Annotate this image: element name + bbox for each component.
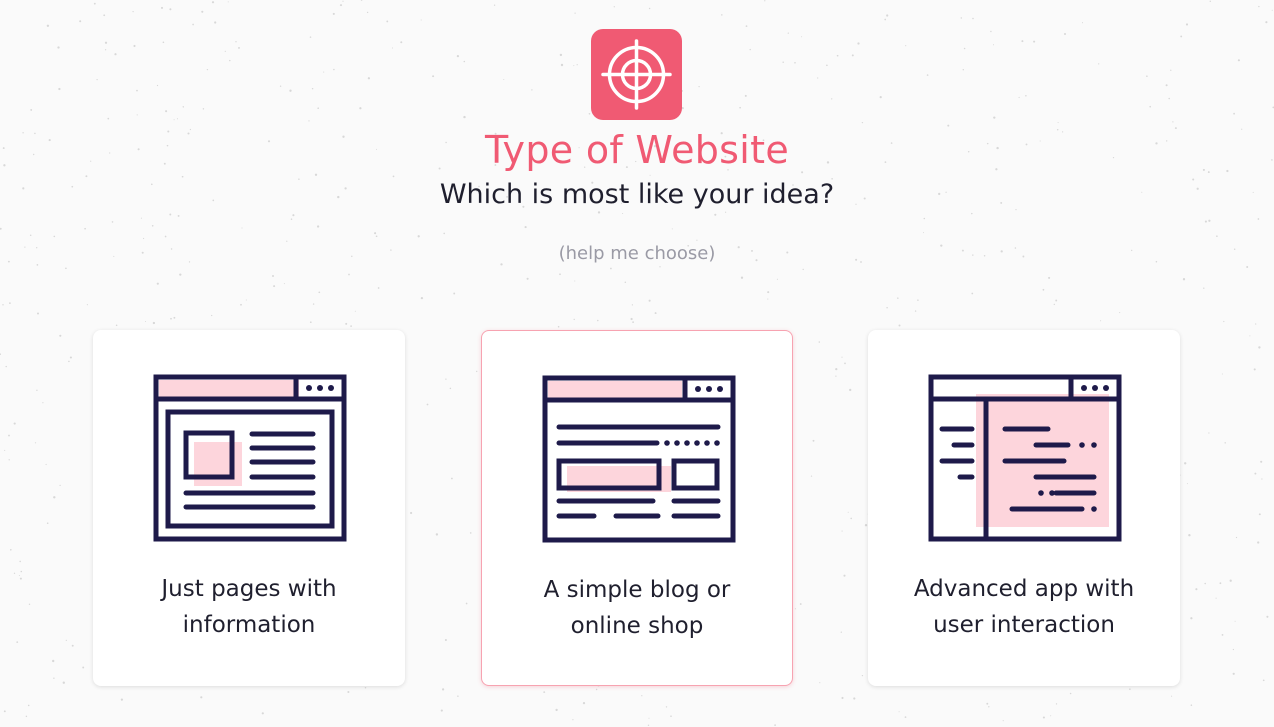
blog-shop-icon <box>542 375 736 543</box>
option-label-line2: online shop <box>570 613 704 639</box>
option-label-line1: A simple blog or <box>543 577 731 603</box>
option-label-line1: Advanced app with <box>913 576 1135 602</box>
option-label-line2: information <box>182 612 316 638</box>
option-card-blog-shop[interactable]: A simple blog or online shop <box>481 330 793 686</box>
info-pages-icon <box>153 374 347 542</box>
option-card-advanced-app[interactable]: Advanced app with user interaction <box>868 330 1180 686</box>
logo-badge <box>591 29 682 120</box>
option-label-line1: Just pages with <box>161 576 337 602</box>
help-me-choose-link[interactable]: (help me choose) <box>559 243 716 264</box>
option-card-pages[interactable]: Just pages with information <box>93 330 405 686</box>
page-subtitle: Which is most like your idea? <box>439 179 835 210</box>
advanced-app-icon <box>928 374 1122 542</box>
crosshair-icon <box>601 39 672 110</box>
page-title: Type of Website <box>484 128 790 172</box>
option-label-line2: user interaction <box>933 612 1115 638</box>
